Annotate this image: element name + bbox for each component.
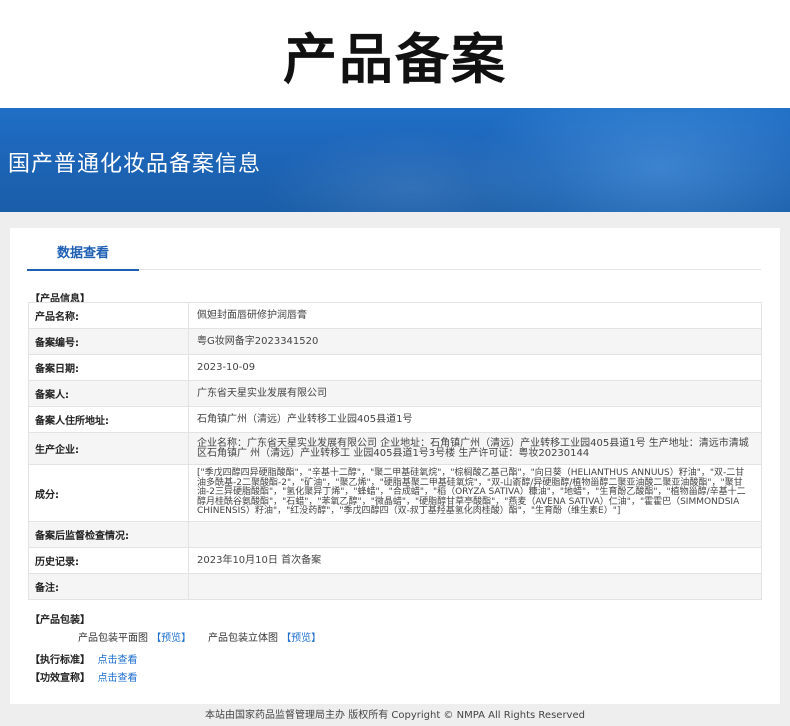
packaging-solid-preview-link[interactable]: 【预览】 <box>281 633 321 644</box>
table-row: 产品名称: 佩妲封面唇研修护润唇膏 <box>28 302 762 329</box>
table-row: 历史记录: 2023年10月10日 首次备案 <box>28 547 762 574</box>
row-value-ingredients: ["季戊四醇四异硬脂酸酯"，"辛基十二醇"，"聚二甲基硅氧烷"，"棕榈酸乙基己酯… <box>188 464 762 522</box>
row-key-inspection: 备案后监督检查情况: <box>28 521 189 548</box>
row-value-name: 佩妲封面唇研修护润唇膏 <box>188 302 762 329</box>
table-row: 备注: <box>28 573 762 600</box>
packaging-flat-preview-link[interactable]: 【预览】 <box>151 633 191 644</box>
table-row: 备案人住所地址: 石角镇广州（清远）产业转移工业园405县道1号 <box>28 406 762 433</box>
row-value-number: 粤G妆网备字2023341520 <box>188 328 762 355</box>
row-key-number: 备案编号: <box>28 328 189 355</box>
table-row: 生产企业: 企业名称：广东省天星实业发展有限公司 企业地址：石角镇广州（清远）产… <box>28 432 762 465</box>
row-key-registrant: 备案人: <box>28 380 189 407</box>
row-key-manufacturer: 生产企业: <box>28 432 189 465</box>
table-row: 备案人: 广东省天星实业发展有限公司 <box>28 380 762 407</box>
efficacy-label: 【功效宣称】 <box>30 673 90 684</box>
row-value-remarks <box>188 573 762 600</box>
efficacy-row: 【功效宣称】 点击查看 <box>30 669 137 684</box>
footer: 本站由国家药品监督管理局主办 版权所有 Copyright © NMPA All… <box>0 706 790 726</box>
standard-view-link[interactable]: 点击查看 <box>97 655 137 666</box>
packaging-flat-label: 产品包装平面图 <box>78 633 148 644</box>
row-value-registrant: 广东省天星实业发展有限公司 <box>188 380 762 407</box>
row-value-address: 石角镇广州（清远）产业转移工业园405县道1号 <box>188 406 762 433</box>
table-row: 备案编号: 粤G妆网备字2023341520 <box>28 328 762 355</box>
row-key-name: 产品名称: <box>28 302 189 329</box>
packaging-flat: 产品包装平面图 【预览】 <box>78 629 191 644</box>
packaging-solid-label: 产品包装立体图 <box>208 633 278 644</box>
standard-row: 【执行标准】 点击查看 <box>30 651 137 666</box>
table-row: 成分: ["季戊四醇四异硬脂酸酯"，"辛基十二醇"，"聚二甲基硅氧烷"，"棕榈酸… <box>28 464 762 522</box>
row-key-ingredients: 成分: <box>28 464 189 522</box>
page-header: 产品备案 <box>0 0 790 108</box>
row-key-address: 备案人住所地址: <box>28 406 189 433</box>
banner-title: 国产普通化妆品备案信息 <box>8 152 262 177</box>
row-key-date: 备案日期: <box>28 354 189 381</box>
table-row: 备案后监督检查情况: <box>28 521 762 548</box>
table-row: 备案日期: 2023-10-09 <box>28 354 762 381</box>
page-title: 产品备案 <box>283 27 507 91</box>
efficacy-view-link[interactable]: 点击查看 <box>97 673 137 684</box>
tab-data-view[interactable]: 数据查看 <box>27 241 139 271</box>
banner: 国产普通化妆品备案信息 <box>0 108 790 212</box>
row-key-history: 历史记录: <box>28 547 189 574</box>
row-value-manufacturer: 企业名称：广东省天星实业发展有限公司 企业地址：石角镇广州（清远）产业转移工业园… <box>188 432 762 465</box>
row-value-date: 2023-10-09 <box>188 354 762 381</box>
packaging-label: 【产品包装】 <box>30 615 90 626</box>
product-info-table: 产品名称: 佩妲封面唇研修护润唇膏 备案编号: 粤G妆网备字2023341520… <box>28 302 762 600</box>
row-key-remarks: 备注: <box>28 573 189 600</box>
row-value-history: 2023年10月10日 首次备案 <box>188 547 762 574</box>
standard-label: 【执行标准】 <box>30 655 90 666</box>
row-value-inspection <box>188 521 762 548</box>
packaging-solid: 产品包装立体图 【预览】 <box>208 629 321 644</box>
